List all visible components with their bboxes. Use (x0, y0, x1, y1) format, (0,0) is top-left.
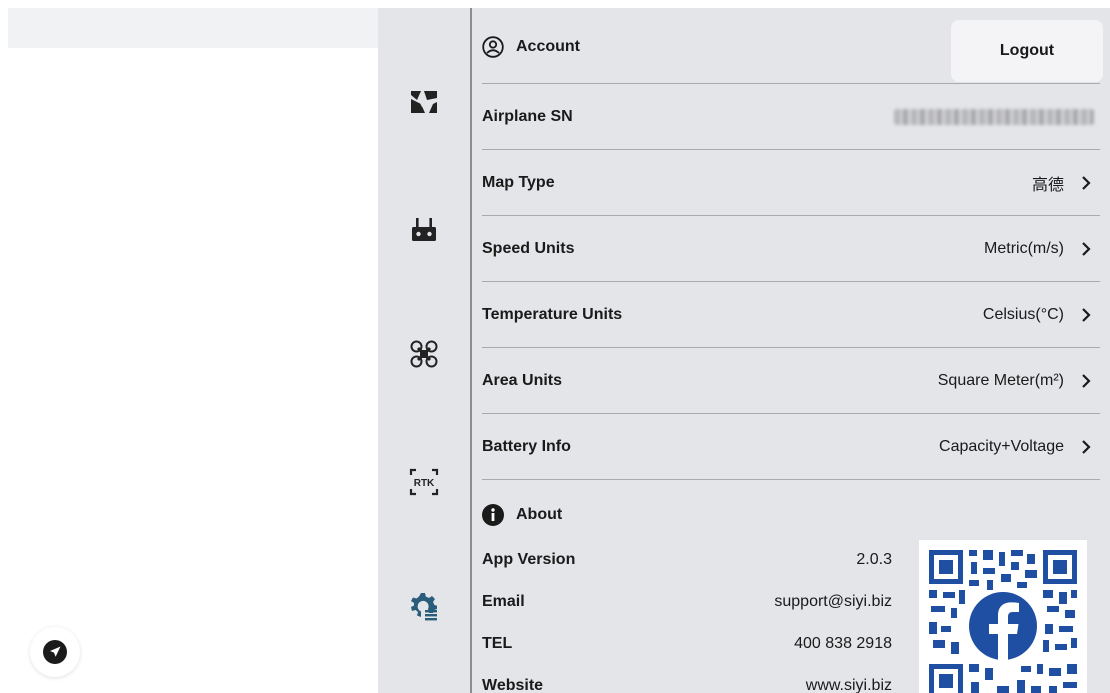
info-value: www.siyi.biz (805, 677, 892, 693)
drone-icon[interactable] (406, 336, 442, 372)
map-pane (8, 8, 378, 693)
account-title: Account (482, 36, 580, 58)
general-settings-icon[interactable] (406, 588, 442, 624)
camera-settings-icon[interactable] (406, 84, 442, 120)
row-label: Temperature Units (482, 305, 623, 323)
settings-category-rail: RTK (378, 8, 470, 693)
info-row-tel: TEL 400 838 2918 (482, 635, 892, 653)
row-value: Celsius(°C) (982, 305, 1064, 323)
chevron-right-icon (1078, 306, 1094, 324)
settings-row-area-units[interactable]: Area Units Square Meter(m²) (482, 348, 1100, 414)
airplane-sn-value-redacted (894, 108, 1094, 125)
chevron-right-icon (1078, 438, 1094, 456)
account-title-label: Account (516, 38, 580, 55)
info-value: 2.0.3 (856, 551, 892, 568)
settings-row-map-type[interactable]: Map Type 高德 (482, 150, 1100, 216)
info-label: Website (482, 677, 544, 693)
row-label: Airplane SN (482, 107, 573, 125)
chevron-right-icon (1078, 240, 1094, 258)
info-value: support@siyi.biz (774, 593, 892, 610)
row-value: Metric(m/s) (984, 239, 1064, 257)
top-bar (8, 8, 378, 48)
info-row-website: Website www.siyi.biz (482, 677, 892, 693)
rtk-icon[interactable]: RTK (406, 464, 442, 500)
facebook-qr-code (919, 540, 1087, 693)
row-label: Area Units (482, 371, 563, 389)
info-label: Email (482, 593, 525, 610)
row-label: Battery Info (482, 437, 571, 455)
row-label: Map Type (482, 173, 555, 191)
chevron-right-icon (1078, 174, 1094, 192)
row-label: Speed Units (482, 239, 575, 257)
info-label: App Version (482, 551, 576, 568)
qr-code-icon (925, 546, 1081, 693)
info-row-app-version: App Version 2.0.3 (482, 551, 892, 569)
navigation-button[interactable] (30, 627, 80, 677)
account-icon (482, 36, 504, 58)
info-label: TEL (482, 635, 513, 652)
row-value: Square Meter(m²) (937, 371, 1064, 389)
navigation-arrow-icon (43, 640, 67, 664)
info-value: 400 838 2918 (794, 635, 892, 652)
account-header: Account Logout (482, 8, 1103, 84)
about-title-label: About (516, 506, 563, 523)
svg-text:RTK: RTK (414, 478, 435, 489)
settings-row-airplane-sn: Airplane SN (482, 84, 1100, 150)
settings-row-battery-info[interactable]: Battery Info Capacity+Voltage (482, 414, 1100, 480)
info-row-email: Email support@siyi.biz (482, 593, 892, 611)
settings-panel: Account Logout Airplane SN Map Type 高德 S… (472, 8, 1110, 693)
settings-row-speed-units[interactable]: Speed Units Metric(m/s) (482, 216, 1100, 282)
about-title: About (482, 504, 562, 526)
settings-row-temperature-units[interactable]: Temperature Units Celsius(°C) (482, 282, 1100, 348)
row-value: Capacity+Voltage (939, 437, 1064, 455)
logout-button[interactable]: Logout (951, 20, 1103, 82)
info-icon (482, 504, 504, 526)
row-value: 高德 (1031, 176, 1064, 194)
remote-controller-icon[interactable] (406, 212, 442, 248)
chevron-right-icon (1078, 372, 1094, 390)
